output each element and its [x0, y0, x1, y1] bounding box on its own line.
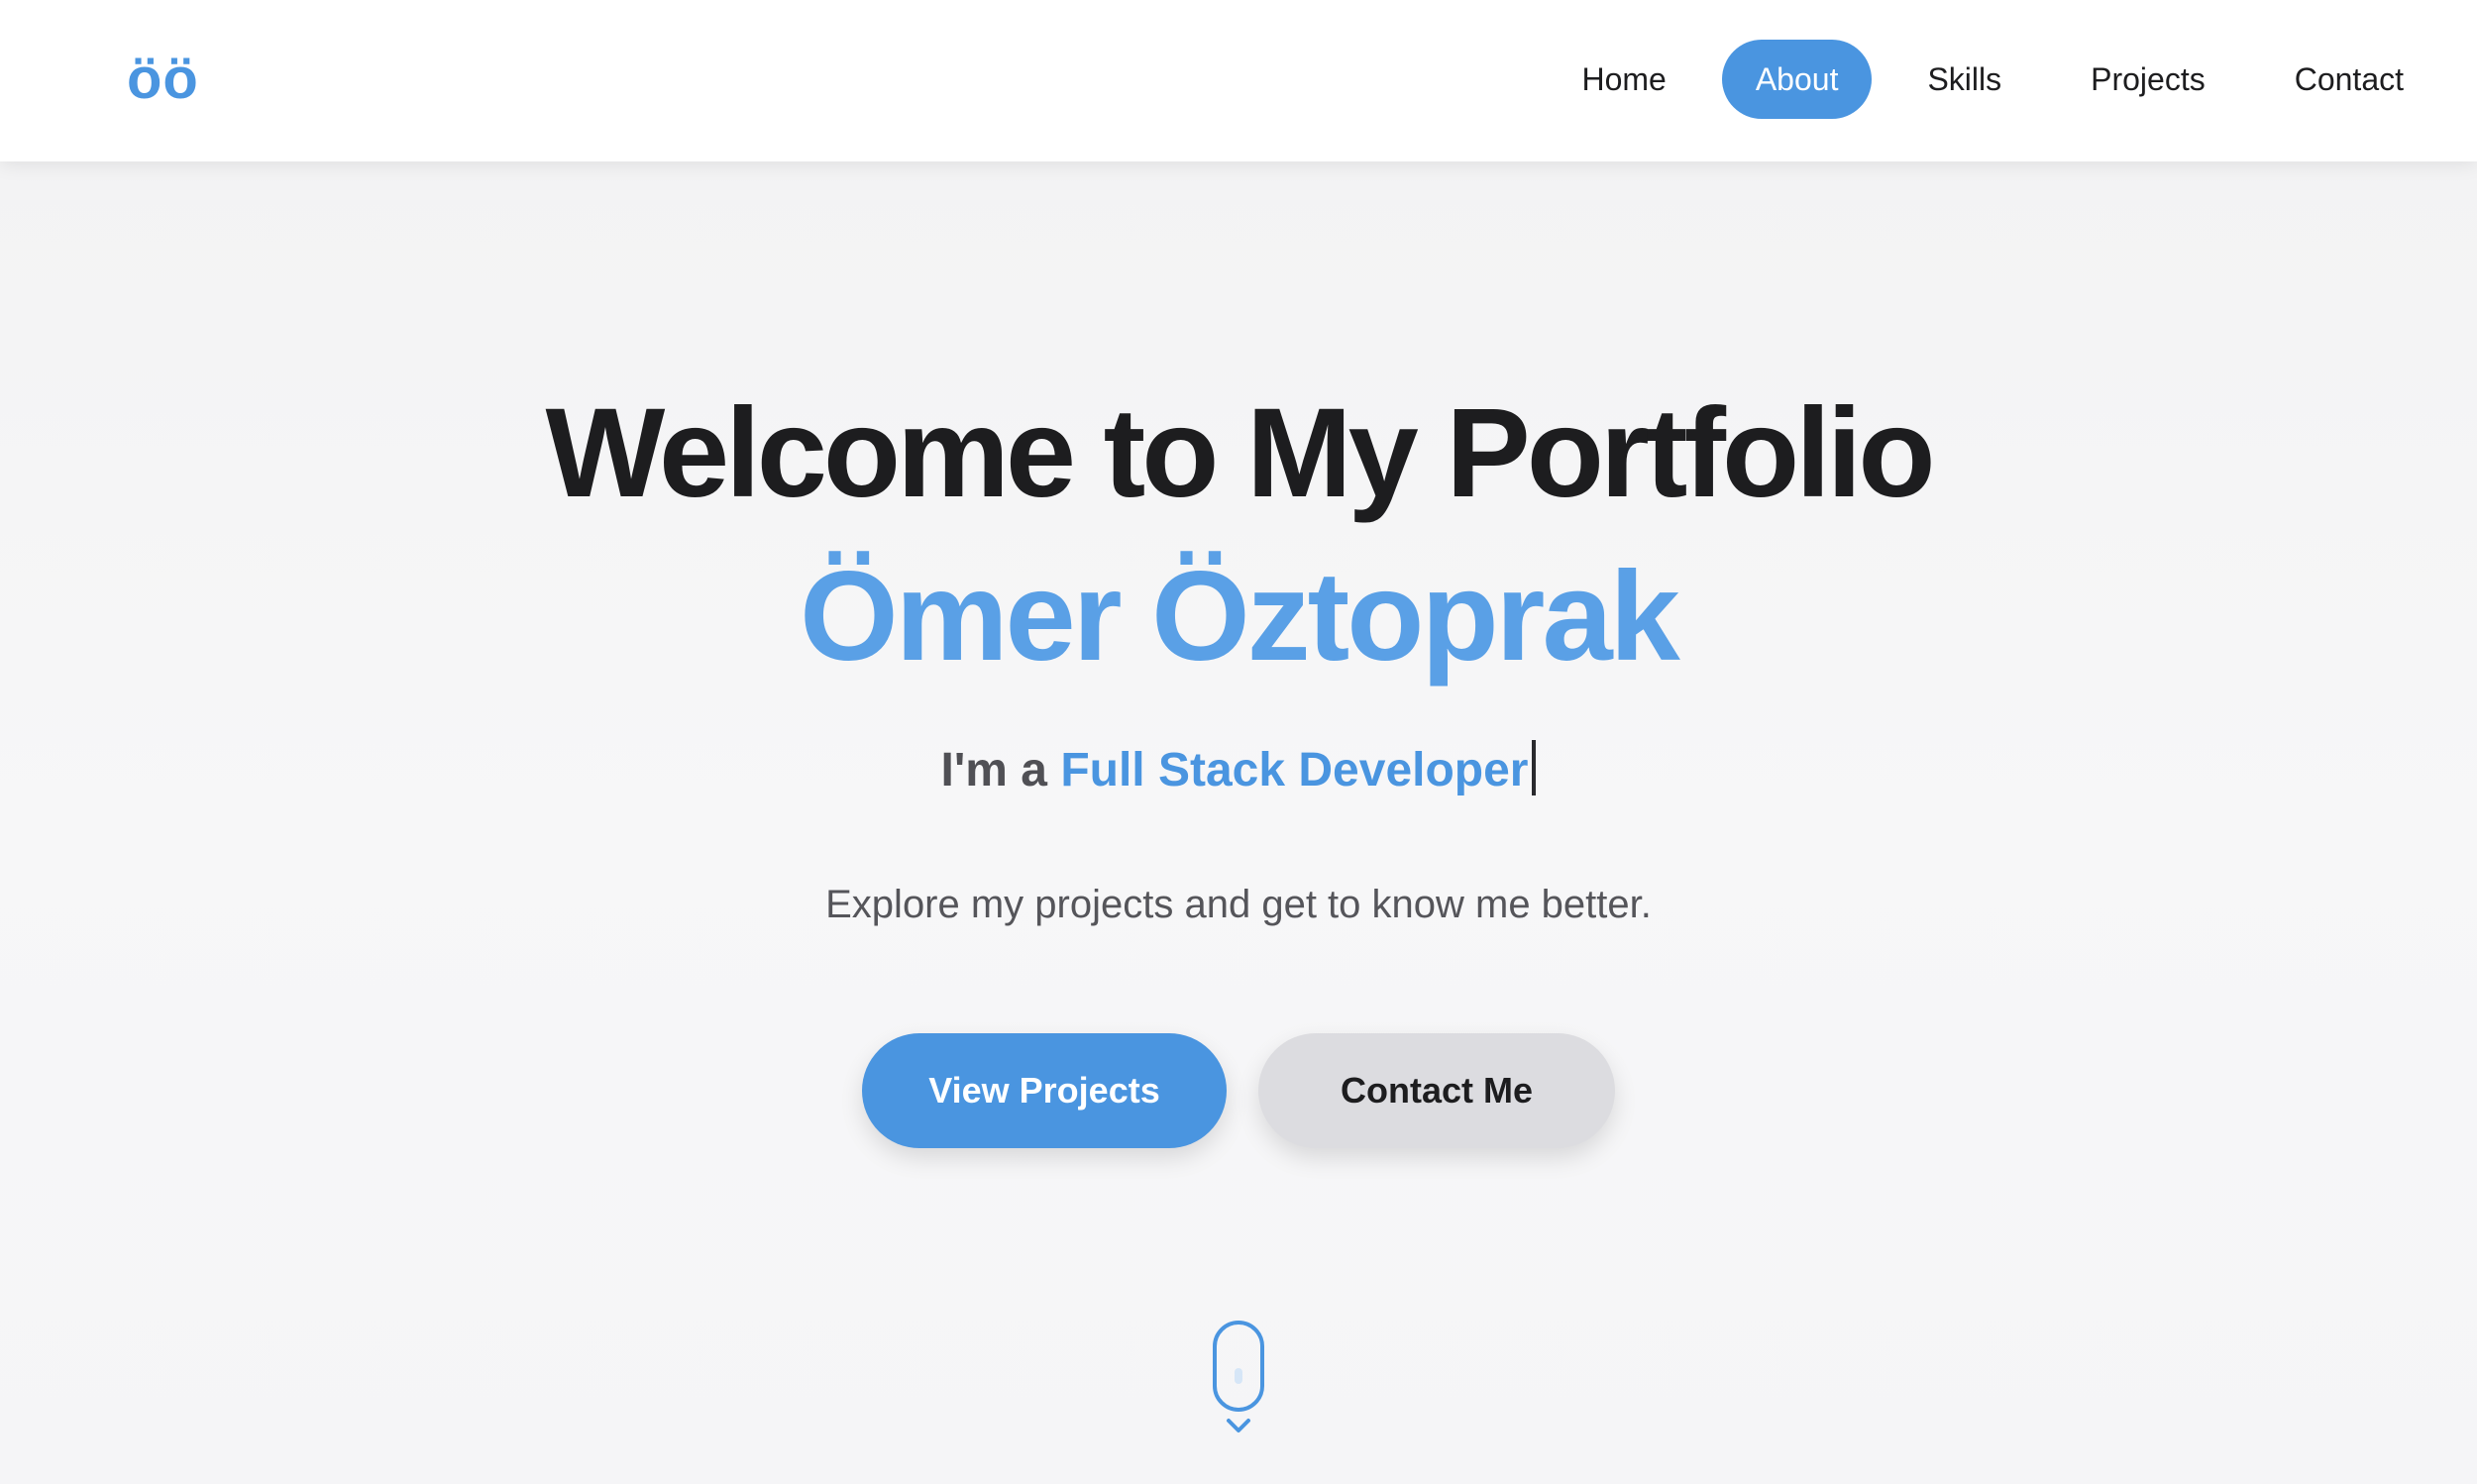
typing-cursor: [1532, 740, 1537, 795]
hero-buttons: View Projects Contact Me: [0, 1033, 2477, 1148]
nav-link-about[interactable]: About: [1721, 40, 1873, 119]
nav-links: Home About Skills Projects Contact: [1548, 40, 2437, 119]
nav-link-home[interactable]: Home: [1548, 40, 1699, 119]
mouse-wheel: [1235, 1368, 1242, 1384]
role-line: I'm a Full Stack Developer: [0, 736, 2477, 805]
nav-link-skills[interactable]: Skills: [1893, 40, 2035, 119]
nav-link-contact[interactable]: Contact: [2261, 40, 2437, 119]
hero-subtitle: Explore my projects and get to know me b…: [825, 883, 1652, 926]
chevron-down-icon[interactable]: [1225, 1412, 1252, 1439]
navbar: öö Home About Skills Projects Contact: [0, 0, 2477, 161]
nav-link-projects[interactable]: Projects: [2057, 40, 2239, 119]
mouse-scroll-icon[interactable]: [1213, 1321, 1264, 1412]
role-text: Full Stack Developer: [1060, 744, 1529, 796]
role-prefix: I'm a: [940, 744, 1061, 796]
logo[interactable]: öö: [127, 42, 199, 117]
hero-section: Welcome to My Portfolio Ömer Öztoprak I'…: [0, 161, 2477, 1484]
contact-me-button[interactable]: Contact Me: [1258, 1033, 1615, 1148]
hero-title: Welcome to My Portfolio: [545, 382, 1935, 524]
view-projects-button[interactable]: View Projects: [862, 1033, 1227, 1148]
hero-name: Ömer Öztoprak: [800, 546, 1680, 688]
